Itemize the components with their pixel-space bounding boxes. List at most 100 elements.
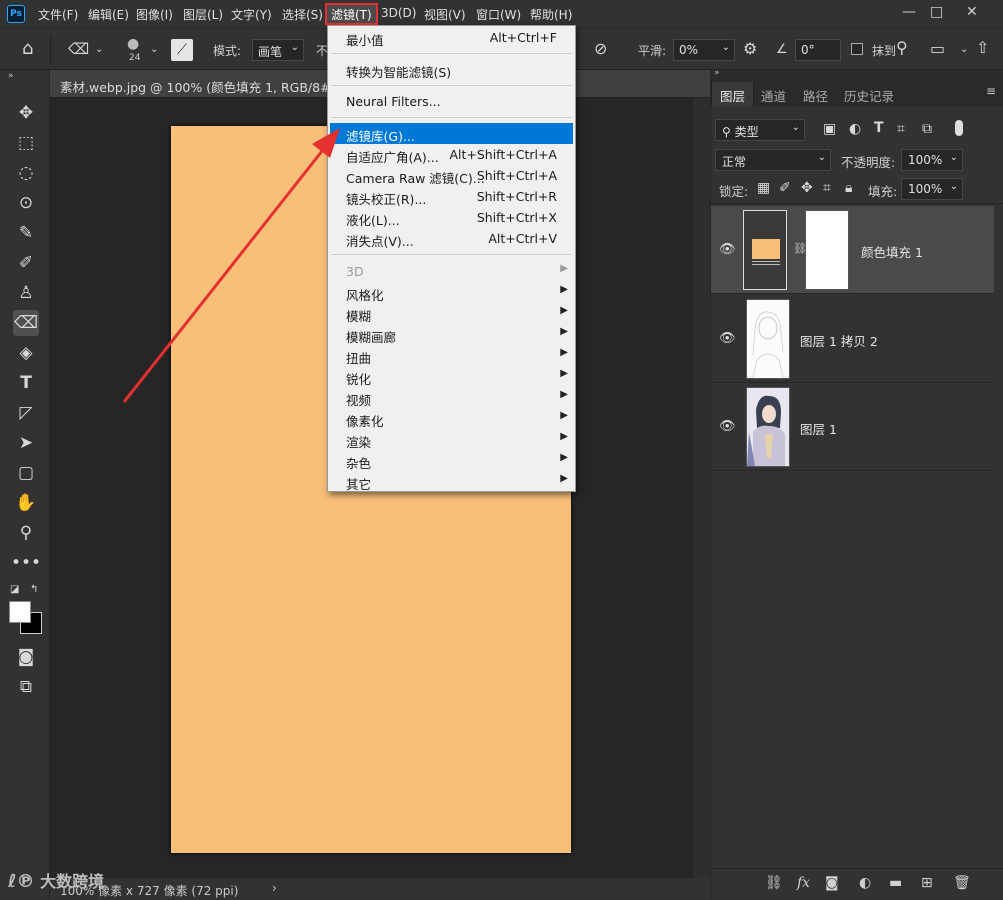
- lock-all-icon[interactable]: 🔒︎: [845, 180, 852, 196]
- marquee-tool-icon[interactable]: ⬚: [13, 130, 39, 156]
- default-colors-icon[interactable]: ◪: [10, 584, 19, 595]
- menu-edit[interactable]: 编辑(E): [88, 6, 129, 23]
- lock-artboard-icon[interactable]: ⌗: [823, 180, 831, 196]
- menu-item-convert-smart-filter[interactable]: 转换为智能滤镜(S): [328, 59, 575, 80]
- group-folder-icon[interactable]: ▬: [889, 875, 902, 891]
- visibility-eye-icon[interactable]: 👁︎: [719, 242, 736, 257]
- direct-select-tool-icon[interactable]: ➤: [13, 430, 39, 456]
- opacity-field[interactable]: 100% ⌄: [901, 149, 963, 171]
- zoom-tool-icon[interactable]: ⚲: [13, 520, 39, 546]
- path-select-tool-icon[interactable]: ◸: [13, 400, 39, 426]
- menu-image[interactable]: 图像(I): [136, 6, 173, 23]
- menu-item-render[interactable]: 渲染 ▶: [328, 429, 575, 450]
- blend-mode-select[interactable]: 正常 ⌄: [715, 149, 831, 171]
- menu-item-vanishing-point[interactable]: 消失点(V)... Alt+Ctrl+V: [328, 228, 575, 249]
- panel-menu-icon[interactable]: ≡: [986, 84, 996, 98]
- minimize-icon[interactable]: —: [902, 4, 916, 20]
- menu-item-lens-correction[interactable]: 镜头校正(R)... Shift+Ctrl+R: [328, 186, 575, 207]
- layer-row-color-fill[interactable]: 👁︎ ⛓ 颜色填充 1: [711, 206, 994, 294]
- type-tool-icon[interactable]: T: [13, 370, 39, 396]
- photoshop-logo-icon[interactable]: Ps: [7, 5, 25, 23]
- workspace-icon[interactable]: ▭: [930, 40, 945, 58]
- chevron-down-icon[interactable]: ⌄: [960, 41, 968, 59]
- smart-object-filter-icon[interactable]: ⧉: [922, 121, 932, 137]
- menu-window[interactable]: 窗口(W): [476, 6, 521, 23]
- adjustment-icon[interactable]: ◐: [859, 875, 871, 891]
- angle-field[interactable]: 0°: [795, 39, 841, 61]
- link-icon[interactable]: ⛓: [765, 875, 783, 891]
- eraser-tool-icon[interactable]: ⌫: [13, 310, 39, 336]
- swap-colors-icon[interactable]: ↰: [30, 584, 38, 595]
- tab-history[interactable]: 历史记录: [836, 82, 902, 106]
- collapse-icon[interactable]: »: [714, 68, 720, 78]
- menu-item-camera-raw[interactable]: Camera Raw 滤镜(C)... Shift+Ctrl+A: [328, 165, 575, 186]
- paint-bucket-tool-icon[interactable]: ◈: [13, 340, 39, 366]
- fill-field[interactable]: 100% ⌄: [901, 178, 963, 200]
- vertical-scrollbar[interactable]: [692, 98, 710, 878]
- layer-mask-thumbnail[interactable]: [805, 210, 849, 290]
- chevron-right-icon[interactable]: ›: [272, 881, 277, 895]
- visibility-eye-icon[interactable]: 👁︎: [719, 331, 736, 346]
- panel-collapse-bar[interactable]: »: [710, 68, 1003, 82]
- lock-position-icon[interactable]: ✥: [801, 180, 813, 196]
- menu-item-stylize[interactable]: 风格化 ▶: [328, 282, 575, 303]
- fx-icon[interactable]: fx: [797, 875, 810, 891]
- menu-item-blur-gallery[interactable]: 模糊画廊 ▶: [328, 324, 575, 345]
- menu-select[interactable]: 选择(S): [282, 6, 323, 23]
- mask-icon[interactable]: ◙: [825, 875, 839, 891]
- collapse-icon[interactable]: »: [8, 71, 14, 81]
- menu-type[interactable]: 文字(Y): [231, 6, 272, 23]
- menu-filter[interactable]: 滤镜(T): [331, 6, 372, 23]
- menu-item-other[interactable]: 其它 ▶: [328, 471, 575, 492]
- menu-item-adaptive-wide-angle[interactable]: 自适应广角(A)... Alt+Shift+Ctrl+A: [328, 144, 575, 165]
- screen-mode-icon[interactable]: ⧉: [13, 674, 39, 700]
- menu-item-blur[interactable]: 模糊 ▶: [328, 303, 575, 324]
- stamp-tool-icon[interactable]: ♙: [13, 280, 39, 306]
- menu-item-filter-gallery[interactable]: 滤镜库(G)...: [330, 123, 573, 144]
- erase-history-checkbox[interactable]: [851, 43, 863, 55]
- menu-item-distort[interactable]: 扭曲 ▶: [328, 345, 575, 366]
- layer-name[interactable]: 图层 1 拷贝 2: [800, 331, 878, 350]
- menu-item-minimum[interactable]: 最小值 Alt+Ctrl+F: [328, 27, 575, 48]
- search-icon[interactable]: ⚲: [896, 39, 908, 57]
- chevron-down-icon[interactable]: ⌄: [150, 41, 158, 59]
- lock-pixels-icon[interactable]: ✐: [779, 180, 791, 196]
- filter-toggle[interactable]: [955, 120, 963, 136]
- menu-view[interactable]: 视图(V): [424, 6, 466, 23]
- eraser-tool-icon[interactable]: ⌫: [68, 40, 89, 58]
- layer-row-copy-2[interactable]: 👁︎ 图层 1 拷贝 2: [711, 295, 994, 383]
- home-icon[interactable]: ⌂: [22, 40, 33, 58]
- brush-tool-icon[interactable]: ✐: [13, 250, 39, 276]
- lock-transparent-icon[interactable]: ▦: [757, 180, 770, 196]
- menu-item-video[interactable]: 视频 ▶: [328, 387, 575, 408]
- smoothing-field[interactable]: 0% ⌄: [673, 39, 735, 61]
- layer-name[interactable]: 颜色填充 1: [861, 242, 923, 261]
- rectangle-tool-icon[interactable]: ▢: [13, 460, 39, 486]
- adjustment-filter-icon[interactable]: ◐: [849, 121, 861, 137]
- brush-preset-icon[interactable]: ●: [127, 35, 139, 53]
- layer-name[interactable]: 图层 1: [800, 419, 837, 438]
- type-filter-icon[interactable]: T: [874, 120, 884, 136]
- foreground-color-swatch[interactable]: [9, 601, 31, 623]
- hand-tool-icon[interactable]: ✋: [13, 490, 39, 516]
- tab-paths[interactable]: 路径: [795, 82, 836, 106]
- menu-item-neural-filters[interactable]: Neural Filters...: [328, 91, 575, 112]
- trash-icon[interactable]: 🗑︎: [953, 875, 971, 891]
- quick-select-tool-icon[interactable]: ⊙: [13, 190, 39, 216]
- pressure-opacity-icon[interactable]: ⊘: [594, 40, 607, 58]
- menu-item-pixelate[interactable]: 像素化 ▶: [328, 408, 575, 429]
- move-tool-icon[interactable]: ✥: [13, 100, 39, 126]
- menu-item-liquify[interactable]: 液化(L)... Shift+Ctrl+X: [328, 207, 575, 228]
- menu-layer[interactable]: 图层(L): [183, 6, 223, 23]
- menu-file[interactable]: 文件(F): [38, 6, 78, 23]
- share-icon[interactable]: ⇧: [976, 39, 989, 57]
- layer-row-base[interactable]: 👁︎ 图层 1: [711, 383, 994, 471]
- mode-select[interactable]: 画笔 ⌄: [252, 39, 304, 61]
- eyedropper-tool-icon[interactable]: ✎: [13, 220, 39, 246]
- brush-settings-icon[interactable]: ⟋: [171, 39, 193, 61]
- visibility-eye-icon[interactable]: 👁︎: [719, 419, 736, 434]
- menu-item-3d[interactable]: 3D ▶: [328, 261, 575, 282]
- chevron-down-icon[interactable]: ⌄: [95, 41, 103, 59]
- layer-filter-select[interactable]: ⚲ 类型 ⌄: [715, 119, 805, 141]
- menu-item-sharpen[interactable]: 锐化 ▶: [328, 366, 575, 387]
